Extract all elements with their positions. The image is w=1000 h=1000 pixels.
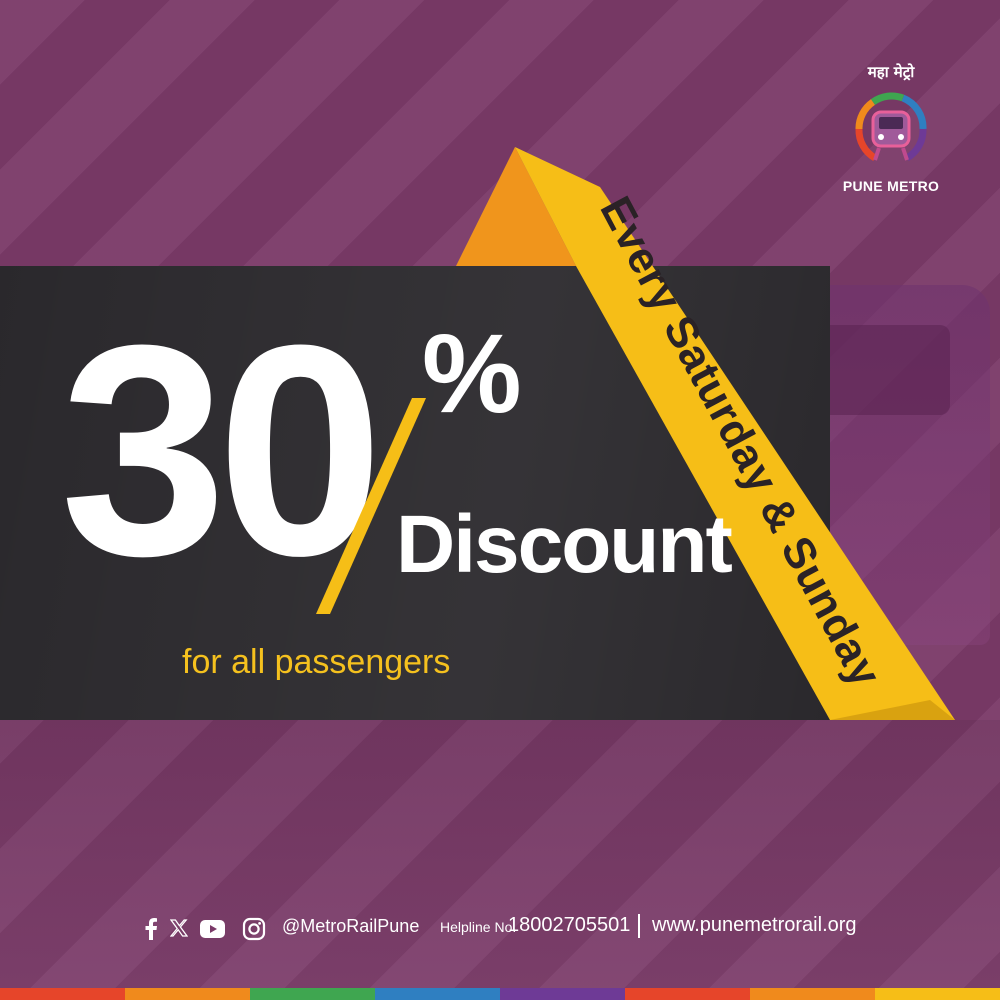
color-bar-segment <box>875 988 1000 1000</box>
color-bar-segment <box>375 988 500 1000</box>
website-link[interactable]: www.punemetrorail.org <box>652 914 857 937</box>
color-bar-segment <box>250 988 375 1000</box>
discount-word: Discount <box>396 499 733 590</box>
instagram-icon[interactable] <box>242 917 266 941</box>
social-handle[interactable]: @MetroRailPune <box>282 916 419 937</box>
poster: महा मेट्रो PUNE METRO Every Saturday & S… <box>0 0 1000 1000</box>
color-bar-segment <box>125 988 250 1000</box>
color-bar-segment <box>500 988 625 1000</box>
color-bar-segment <box>750 988 875 1000</box>
color-bar-segment <box>0 988 125 1000</box>
x-icon[interactable] <box>170 919 188 937</box>
color-bar-segment <box>625 988 750 1000</box>
helpline-number[interactable]: 18002705501 <box>508 914 630 937</box>
facebook-icon[interactable] <box>144 918 158 940</box>
footer-divider <box>638 914 640 938</box>
passengers-subtitle: for all passengers <box>182 643 451 681</box>
bottom-color-bar <box>0 988 1000 1000</box>
helpline-label: Helpline No. <box>440 919 517 935</box>
youtube-icon[interactable] <box>200 920 225 938</box>
